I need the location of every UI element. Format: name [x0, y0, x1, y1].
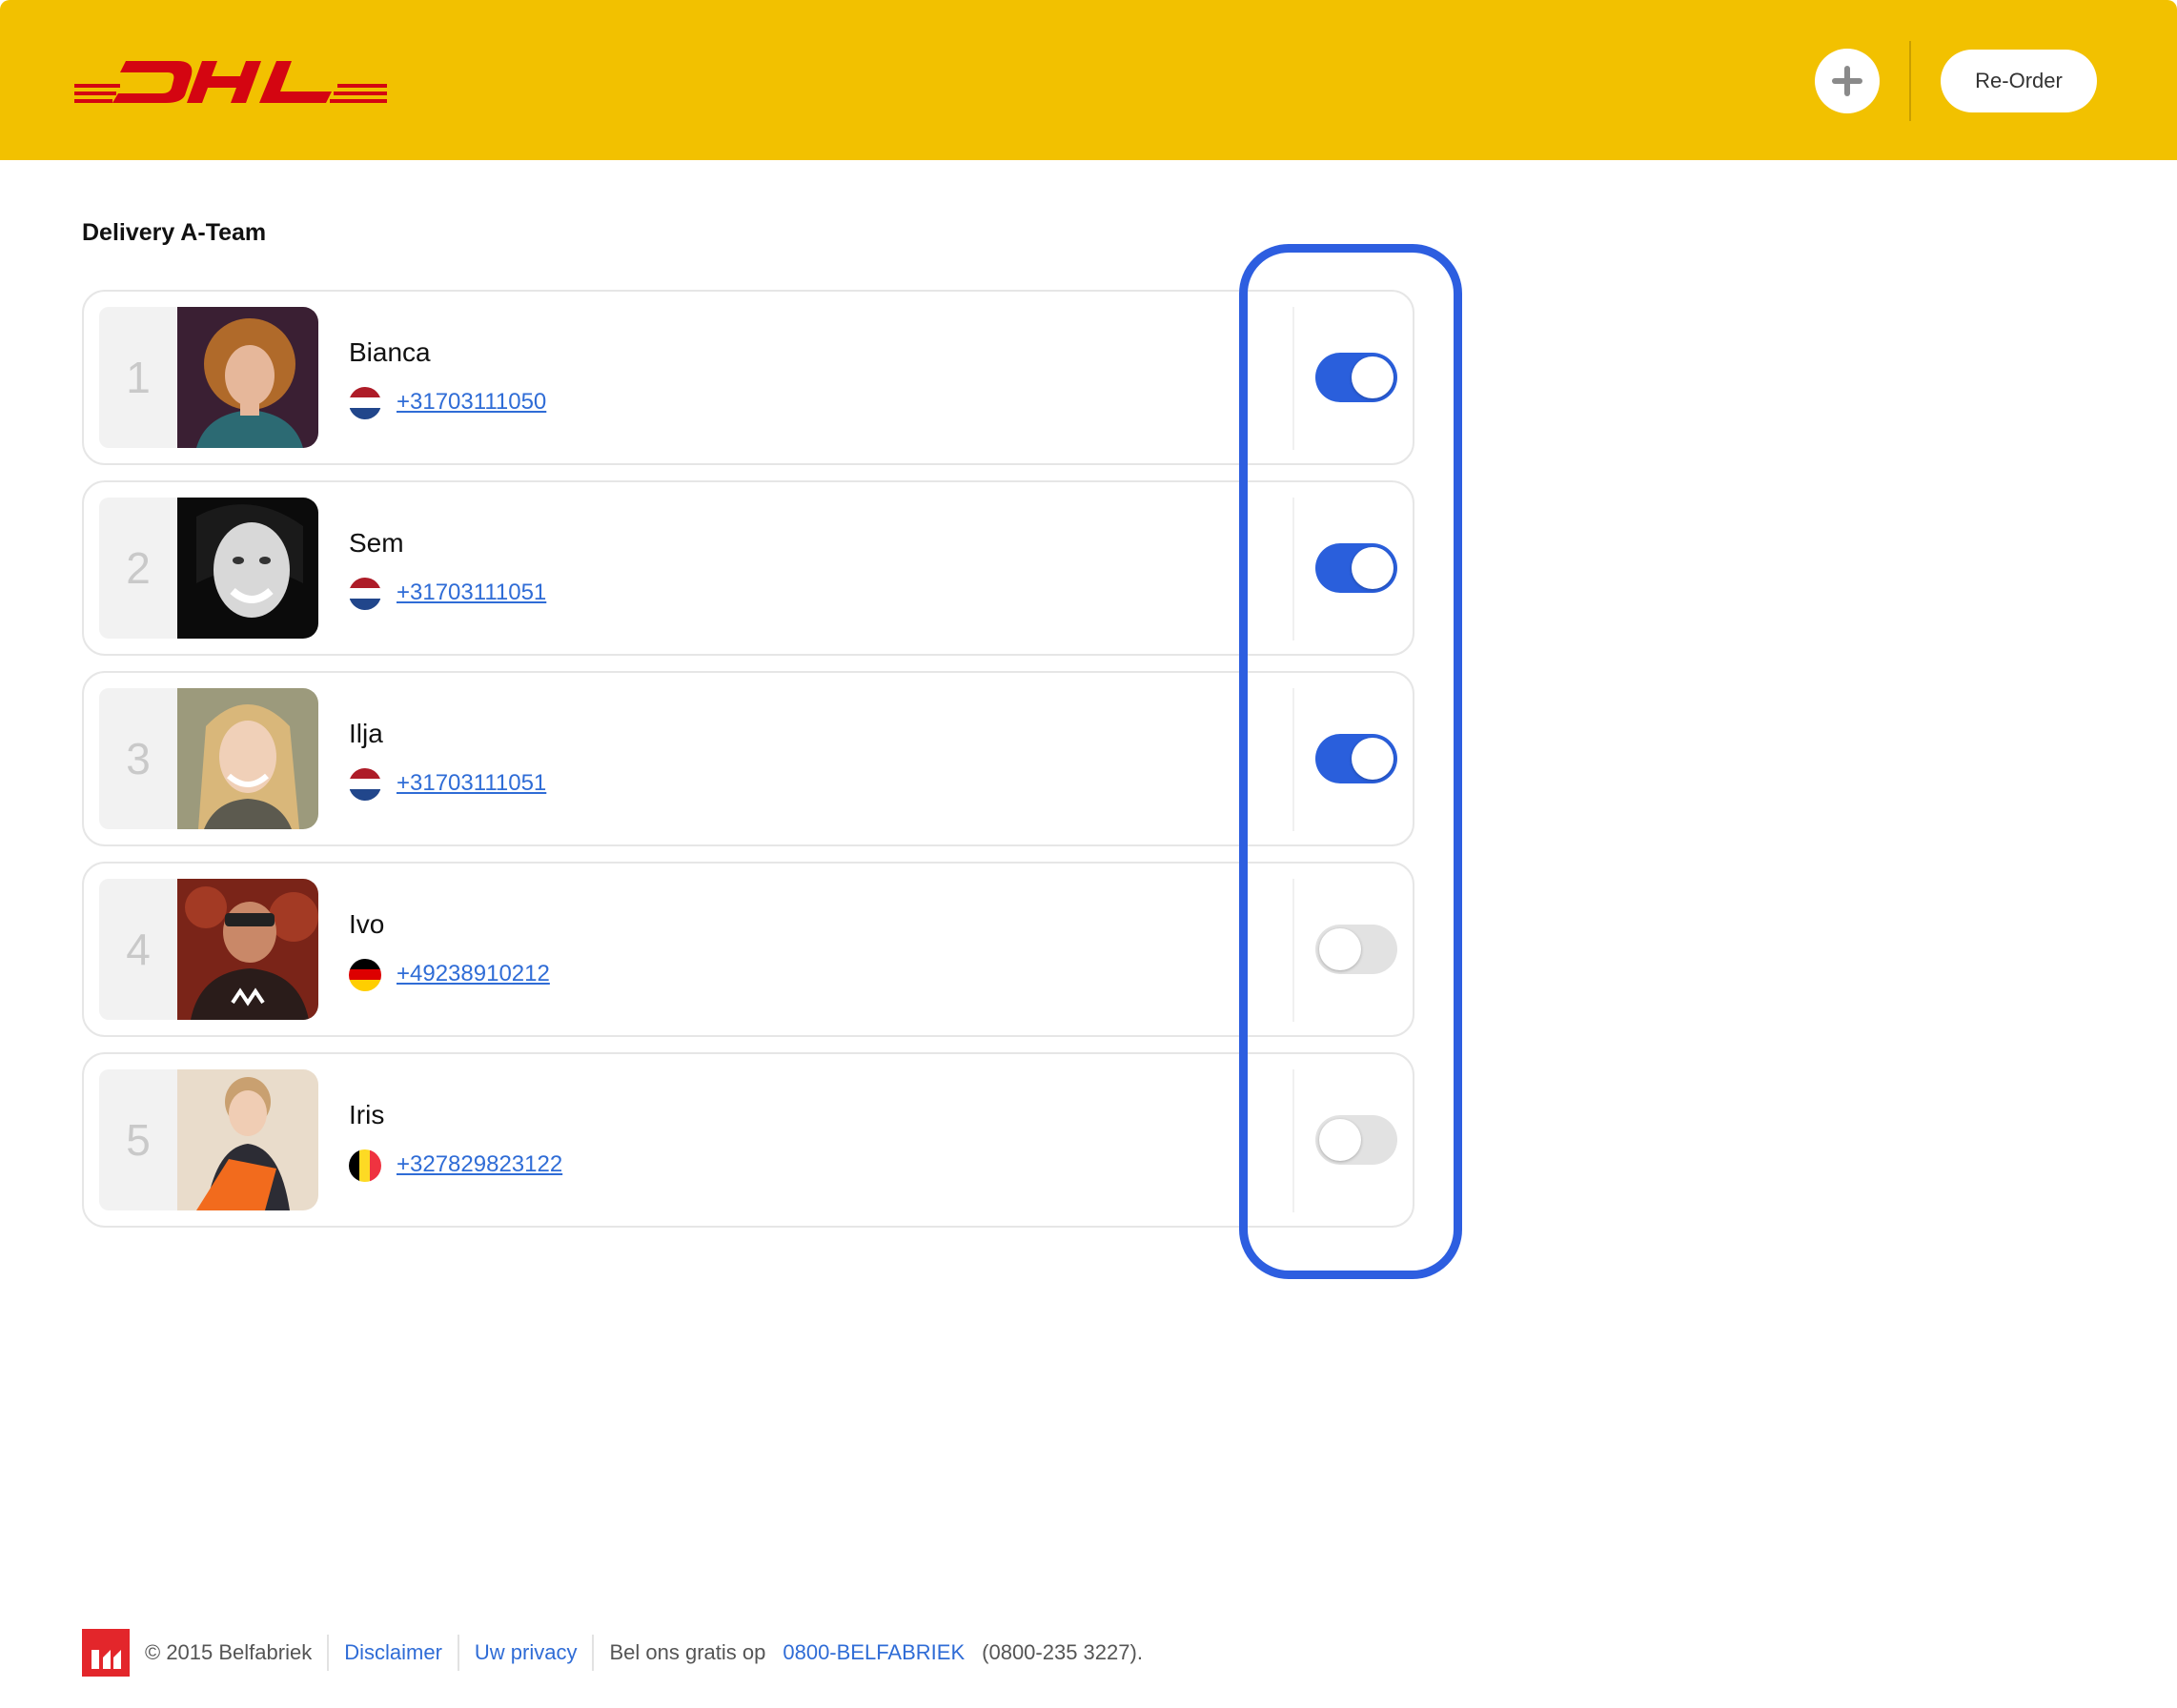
add-button[interactable] [1815, 49, 1880, 113]
plus-icon [1832, 66, 1862, 96]
member-name: Bianca [349, 337, 431, 367]
member-name: Sem [349, 528, 404, 558]
rank-number: 2 [99, 498, 177, 639]
phone-link[interactable]: +31703111050 [397, 389, 546, 416]
footer-copyright: © 2015 Belfabriek [145, 1640, 313, 1664]
active-toggle[interactable] [1315, 734, 1397, 783]
team-row[interactable]: 1 Bianca +31703111050 [82, 290, 1414, 465]
toggle-knob [1352, 356, 1394, 398]
row-divider [1292, 1069, 1294, 1212]
phone-link[interactable]: +31703111051 [397, 580, 546, 606]
phone-link[interactable]: +327829823122 [397, 1151, 562, 1178]
germany-flag-icon [349, 959, 381, 991]
team-row[interactable]: 2 Sem +31703111051 [82, 480, 1414, 656]
active-toggle[interactable] [1315, 353, 1397, 402]
active-toggle[interactable] [1315, 925, 1397, 974]
avatar [177, 498, 318, 639]
avatar [177, 307, 318, 448]
netherlands-flag-icon [349, 768, 381, 801]
toggle-knob [1352, 738, 1394, 780]
team-row[interactable]: 3 Ilja +31703111051 [82, 671, 1414, 846]
footer-separator [327, 1635, 330, 1671]
active-toggle[interactable] [1315, 1115, 1397, 1165]
reorder-button[interactable]: Re-Order [1941, 50, 2097, 112]
team-row[interactable]: 4 Ivo +49238910212 [82, 862, 1414, 1037]
footer-phone-link[interactable]: 0800-BELFABRIEK [783, 1640, 965, 1665]
toggle-knob [1319, 1119, 1361, 1161]
netherlands-flag-icon [349, 387, 381, 419]
page: Re-Order Delivery A-Team 1 Bianca +31703… [0, 0, 2177, 1708]
section-title: Delivery A-Team [82, 219, 267, 246]
top-header: Re-Order [0, 0, 2177, 160]
footer-separator [457, 1635, 459, 1671]
disclaimer-link[interactable]: Disclaimer [344, 1640, 442, 1665]
footer-call-text: Bel ons gratis op [609, 1640, 766, 1664]
rank-number: 3 [99, 688, 177, 829]
avatar [177, 1069, 318, 1210]
footer-phone-number: (0800-235 3227). [982, 1640, 1143, 1664]
team-row[interactable]: 5 Iris +327829823122 [82, 1052, 1414, 1228]
belgium-flag-icon [349, 1149, 381, 1182]
privacy-link[interactable]: Uw privacy [475, 1640, 578, 1665]
row-divider [1292, 688, 1294, 831]
rank-number: 1 [99, 307, 177, 448]
header-divider [1909, 41, 1911, 121]
row-divider [1292, 498, 1294, 640]
row-divider [1292, 879, 1294, 1022]
rank-number: 4 [99, 879, 177, 1020]
avatar [177, 688, 318, 829]
member-name: Ilja [349, 719, 383, 748]
footer-separator [592, 1635, 595, 1671]
rank-number: 5 [99, 1069, 177, 1210]
toggle-knob [1319, 928, 1361, 970]
phone-link[interactable]: +31703111051 [397, 770, 546, 797]
team-list: 1 Bianca +31703111050 2 Sem +31703111051… [82, 290, 1414, 1243]
phone-link[interactable]: +49238910212 [397, 961, 550, 987]
netherlands-flag-icon [349, 578, 381, 610]
member-name: Iris [349, 1100, 385, 1129]
dhl-logo[interactable] [74, 57, 387, 105]
active-toggle[interactable] [1315, 543, 1397, 593]
avatar [177, 879, 318, 1020]
belfabriek-logo[interactable] [82, 1629, 130, 1677]
row-divider [1292, 307, 1294, 450]
footer: © 2015 Belfabriek Disclaimer Uw privacy … [82, 1628, 1143, 1678]
toggle-knob [1352, 547, 1394, 589]
member-name: Ivo [349, 909, 385, 939]
